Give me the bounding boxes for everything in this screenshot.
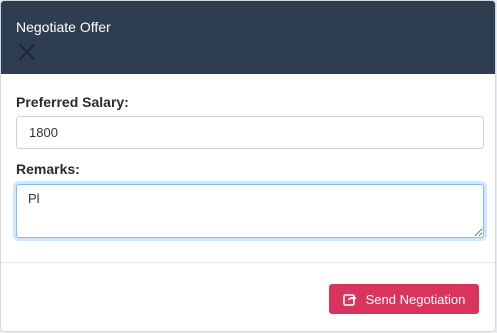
modal-footer: Send Negotiation xyxy=(1,263,495,331)
share-icon xyxy=(342,294,357,306)
close-button[interactable] xyxy=(18,43,36,61)
salary-label: Preferred Salary: xyxy=(16,94,129,110)
remarks-textarea[interactable]: Pl xyxy=(16,184,484,238)
negotiate-offer-modal: Negotiate Offer Preferred Salary: Remark… xyxy=(0,0,496,332)
modal-title: Negotiate Offer xyxy=(16,19,111,35)
send-negotiation-label: Send Negotiation xyxy=(365,291,466,307)
modal-header: Negotiate Offer xyxy=(1,1,495,74)
send-negotiation-button[interactable]: Send Negotiation xyxy=(329,284,479,314)
remarks-label: Remarks: xyxy=(16,161,80,177)
modal-body: Preferred Salary: Remarks: Pl xyxy=(1,74,495,262)
close-icon xyxy=(19,44,35,60)
salary-input[interactable] xyxy=(16,116,484,149)
